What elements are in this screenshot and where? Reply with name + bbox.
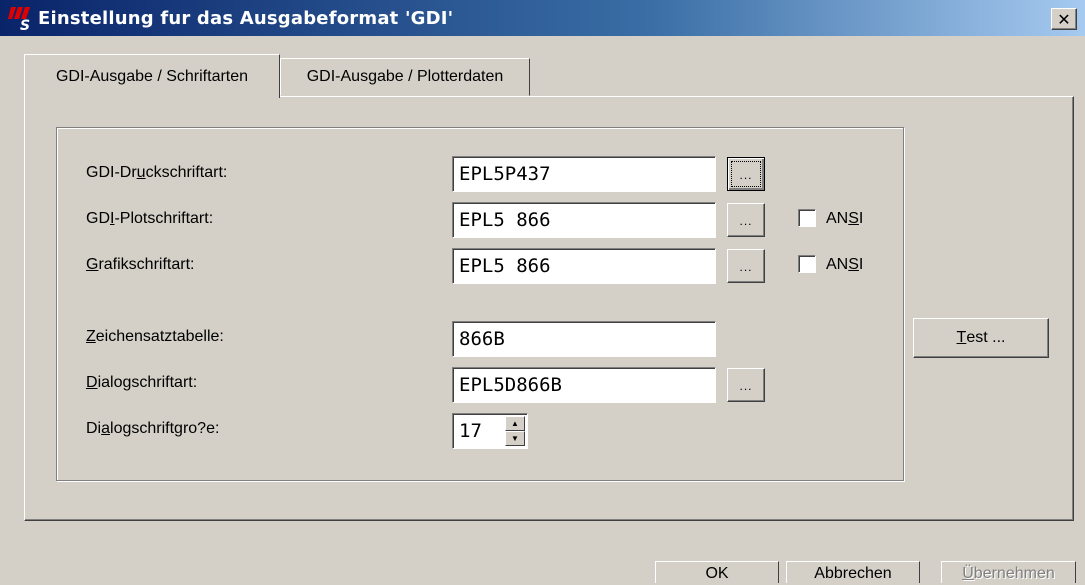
plotschriftart-label: GDI-Plotschriftart: [86,210,214,227]
tab-label: GDI-Ausgabe / Plotterdaten [306,68,504,85]
grafik-ansi-label: ANSI [826,256,864,273]
dialogschriftart-label: Dialogschriftart: [86,374,198,391]
tab-schriftarten[interactable]: GDI-Ausgabe / Schriftarten [24,54,280,98]
app-logo-icon: S [8,7,30,31]
grafik-ansi-checkbox[interactable] [798,255,816,273]
close-icon: ✕ [1057,9,1071,29]
close-button[interactable]: ✕ [1051,8,1077,30]
test-button[interactable]: Test ... [913,318,1049,358]
plotschriftart-browse-button[interactable]: ... [727,203,765,237]
grafikschriftart-browse-button[interactable]: ... [727,249,765,283]
arrow-down-icon: ▼ [511,433,519,443]
spinner-value[interactable]: 17 [459,420,482,442]
druckschriftart-label: GDI-Druckschriftart: [86,164,228,181]
spin-up-button[interactable]: ▲ [505,416,525,431]
plotschriftart-field[interactable]: EPL5 866 [452,202,716,238]
druckschriftart-field[interactable]: EPL5P437 [452,156,716,192]
title-bar[interactable]: S Einstellung fur das Ausgabeformat 'GDI… [0,0,1085,36]
zeichensatztabelle-field[interactable]: 866B [452,321,716,357]
svg-text:S: S [20,18,30,31]
tab-label: GDI-Ausgabe / Schriftarten [55,67,249,85]
dialogschriftgroesse-label: Dialogschriftgro?e: [86,420,220,437]
apply-button[interactable]: Übernehmen [941,561,1076,583]
tab-plotterdaten[interactable]: GDI-Ausgabe / Plotterdaten [280,58,530,96]
zeichensatztabelle-label: Zeichensatztabelle: [86,328,224,345]
spin-down-button[interactable]: ▼ [505,431,525,446]
dialogschriftart-browse-button[interactable]: ... [727,368,765,402]
window-title: Einstellung fur das Ausgabeformat 'GDI' [38,7,454,29]
dialogschriftart-field[interactable]: EPL5D866B [452,367,716,403]
dialogschriftgroesse-spinner[interactable]: 17 ▲ ▼ [452,413,528,449]
grafikschriftart-field[interactable]: EPL5 866 [452,248,716,284]
plot-ansi-checkbox[interactable] [798,209,816,227]
grafikschriftart-label: Grafikschriftart: [86,256,195,273]
cancel-button[interactable]: Abbrechen [786,561,920,583]
druckschriftart-browse-button[interactable]: ... [727,157,765,191]
arrow-up-icon: ▲ [511,418,519,428]
ok-button[interactable]: OK [655,561,779,583]
plot-ansi-label: ANSI [826,210,864,227]
